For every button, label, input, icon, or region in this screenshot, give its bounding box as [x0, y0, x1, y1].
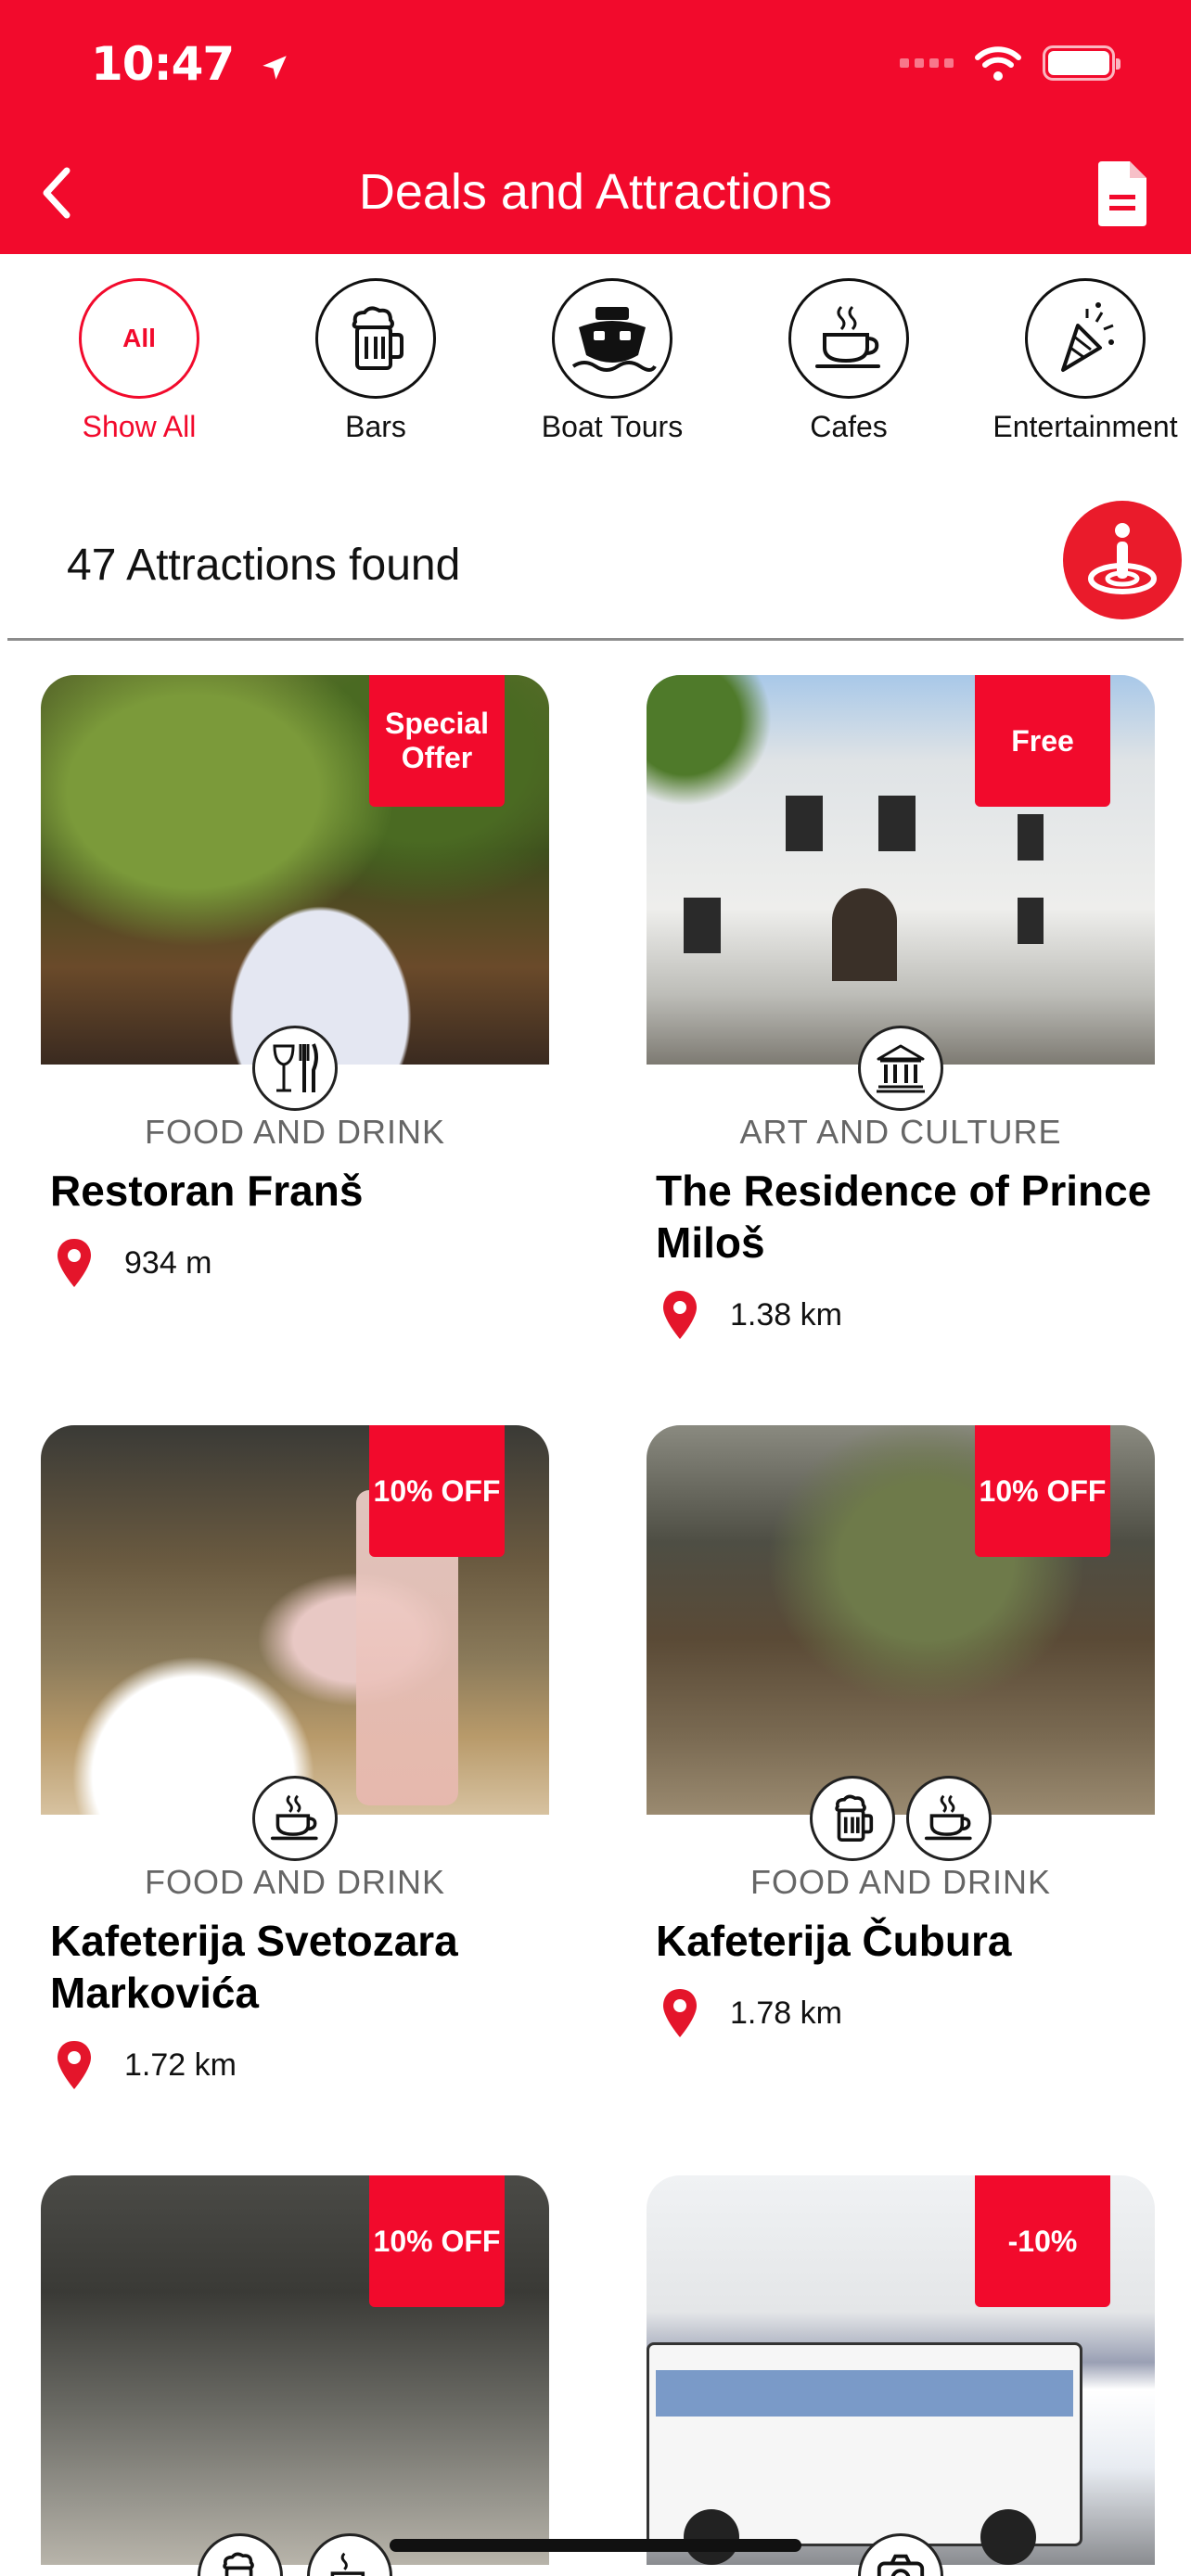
- page-title: Deals and Attractions: [358, 164, 833, 220]
- coffee-icon: [924, 1794, 972, 1841]
- beer-icon: [223, 2552, 254, 2576]
- beer-icon: [352, 306, 403, 370]
- nearby-location-button[interactable]: [1063, 501, 1182, 619]
- attraction-image: Free: [647, 675, 1155, 1065]
- person-location-icon: [1088, 523, 1157, 594]
- attraction-category: ART AND CULTURE: [739, 1113, 1062, 1151]
- map-pin-icon: [58, 1239, 91, 1288]
- attraction-title: Restoran Franš: [50, 1167, 364, 1215]
- attraction-title: The Residence of Prince Miloš: [656, 1167, 1152, 1268]
- attraction-title: Kafeterija Svetozara Markovića: [50, 1917, 458, 2018]
- attraction-card[interactable]: Free ART AND CULTURE The Residence of Pr…: [647, 675, 1155, 1341]
- category-bars[interactable]: Bars: [260, 278, 492, 444]
- results-count: 47 Attractions found: [67, 541, 461, 590]
- category-label: Entertainment: [992, 410, 1178, 443]
- coffee-icon: [815, 305, 880, 368]
- map-pin-icon: [663, 1291, 697, 1340]
- coffee-icon: [330, 2552, 365, 2576]
- wifi-icon: [975, 46, 1021, 81]
- status-time: 10:47: [91, 37, 290, 91]
- beer-icon: [835, 1794, 874, 1843]
- deal-badge: -10%: [975, 2175, 1110, 2307]
- attraction-distance: 1.38 km: [661, 1289, 1155, 1341]
- battery-icon: [1043, 45, 1121, 81]
- status-indicators: [900, 45, 1121, 82]
- deal-badge: Free: [975, 675, 1110, 807]
- coffee-icon: [270, 1794, 318, 1841]
- attraction-card[interactable]: -10%: [647, 2175, 1155, 2576]
- document-button[interactable]: [1095, 158, 1150, 228]
- all-icon: All: [79, 278, 199, 399]
- location-arrow-icon: [262, 55, 287, 80]
- attraction-image: 10% OFF: [41, 2175, 549, 2565]
- restaurant-icon: [273, 1043, 318, 1092]
- map-pin-icon: [58, 2041, 91, 2090]
- museum-icon: [877, 1044, 925, 1093]
- camera-icon: [877, 2554, 925, 2576]
- signal-icon: [900, 58, 954, 68]
- attraction-category: FOOD AND DRINK: [144, 1113, 446, 1151]
- home-indicator: [390, 2539, 801, 2552]
- attraction-card[interactable]: 10% OFF: [41, 2175, 549, 2576]
- category-entertainment[interactable]: Entertainment: [969, 278, 1191, 444]
- document-icon: [1098, 161, 1146, 226]
- category-show-all[interactable]: All Show All: [23, 278, 255, 444]
- divider: [7, 638, 1184, 641]
- app-header: 10:47 Deals and Attractions: [0, 0, 1191, 254]
- attraction-card[interactable]: 10% OFF FOOD AND DRINK Kafeterija Čubura: [647, 1425, 1155, 2039]
- attraction-image: Special Offer: [41, 675, 549, 1065]
- category-label: Boat Tours: [541, 410, 684, 443]
- attraction-image: -10%: [647, 2175, 1155, 2565]
- deal-badge: 10% OFF: [975, 1425, 1110, 1557]
- deal-badge: 10% OFF: [369, 2175, 505, 2307]
- category-label: Bars: [345, 410, 406, 443]
- map-pin-icon: [663, 1989, 697, 2038]
- attraction-card[interactable]: 10% OFF FOOD AND DRINK Kafeterija Svetoz…: [41, 1425, 549, 2091]
- attraction-distance: 1.72 km: [56, 2039, 549, 2091]
- deal-badge: 10% OFF: [369, 1425, 505, 1557]
- category-cafes[interactable]: Cafes: [733, 278, 965, 444]
- party-icon: [1061, 302, 1114, 372]
- category-boat-tours[interactable]: Boat Tours: [496, 278, 728, 444]
- attraction-card[interactable]: Special Offer FOOD AND DRINK Restoran Fr…: [41, 675, 549, 1289]
- attraction-image: 10% OFF: [41, 1425, 549, 1815]
- attraction-distance: 934 m: [56, 1237, 549, 1289]
- deal-badge: Special Offer: [369, 675, 505, 807]
- category-label: Show All: [82, 410, 197, 443]
- attraction-image: 10% OFF: [647, 1425, 1155, 1815]
- attraction-title: Kafeterija Čubura: [656, 1917, 1012, 1965]
- attraction-distance: 1.78 km: [661, 1987, 1155, 2039]
- category-filter-bar: All Show All Bars Boat Tours Cafes Enter…: [0, 278, 1191, 454]
- attraction-category: FOOD AND DRINK: [144, 1863, 446, 1901]
- category-label: Cafes: [810, 410, 888, 443]
- boat-icon: [571, 307, 657, 372]
- attraction-category: FOOD AND DRINK: [749, 1863, 1052, 1901]
